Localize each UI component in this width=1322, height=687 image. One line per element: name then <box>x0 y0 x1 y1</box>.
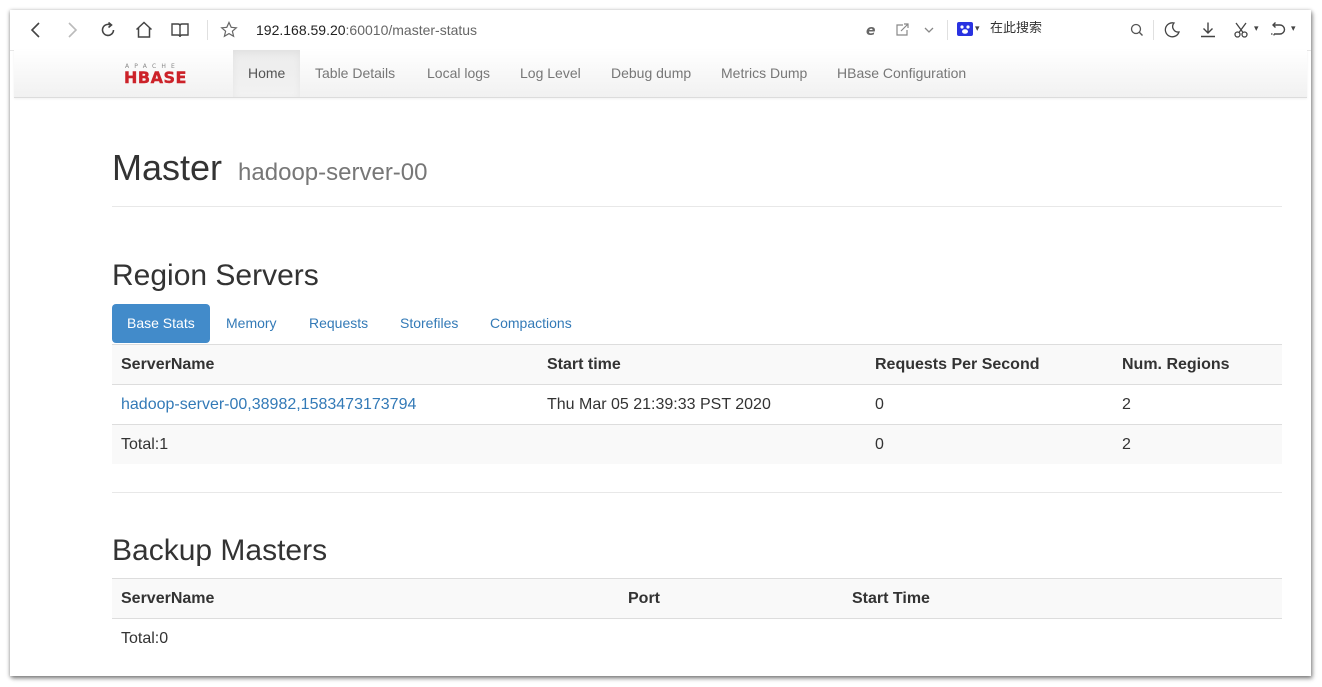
scissors-dropdown-icon[interactable]: ▾ <box>1254 23 1259 34</box>
url-path: :60010/master-status <box>345 22 478 38</box>
start-time-cell: Thu Mar 05 21:39:33 PST 2020 <box>538 384 866 425</box>
search-icon[interactable] <box>1127 20 1147 40</box>
tab-memory[interactable]: Memory <box>211 304 292 343</box>
undo-dropdown-icon[interactable]: ▾ <box>1291 23 1296 34</box>
divider <box>112 206 1282 207</box>
home-icon[interactable] <box>134 20 154 40</box>
hbase-logo[interactable]: APACHE HBASE <box>124 62 208 87</box>
backup-masters-table: ServerName Port Start Time Total:0 <box>112 578 1282 658</box>
column-header[interactable]: Port <box>619 578 843 619</box>
toolbar-divider <box>1153 20 1154 40</box>
total-row: Total:1 0 2 <box>112 424 1282 464</box>
table-header-row: ServerName Port Start Time <box>112 578 1282 619</box>
nav-hbase-configuration[interactable]: HBase Configuration <box>822 50 981 97</box>
engine-dropdown-icon[interactable]: ▾ <box>975 23 980 34</box>
tab-storefiles[interactable]: Storefiles <box>385 304 473 343</box>
nav-local-logs[interactable]: Local logs <box>412 50 505 97</box>
empty-cell <box>843 619 1282 659</box>
reload-icon[interactable] <box>98 20 118 40</box>
nav-metrics-dump[interactable]: Metrics Dump <box>706 50 822 97</box>
column-header[interactable]: Num. Regions <box>1113 344 1282 385</box>
nav-debug-dump[interactable]: Debug dump <box>596 50 706 97</box>
logo-hbase-text: HBASE <box>124 68 187 86</box>
back-icon[interactable] <box>26 20 46 40</box>
url-host: 192.168.59.20 <box>256 22 346 38</box>
page-title-text: Master <box>112 147 223 188</box>
nav-home[interactable]: Home <box>233 50 301 97</box>
total-empty-cell <box>538 424 866 464</box>
chevron-down-icon[interactable] <box>919 20 939 40</box>
night-mode-icon[interactable] <box>1162 20 1182 40</box>
total-requests: 0 <box>866 424 1113 464</box>
nav-log-level[interactable]: Log Level <box>505 50 596 97</box>
forward-icon[interactable] <box>62 20 82 40</box>
ie-compat-icon[interactable]: e <box>862 20 882 40</box>
region-servers-table: ServerName Start time Requests Per Secon… <box>112 344 1282 464</box>
empty-cell <box>619 619 843 659</box>
table-header-row: ServerName Start time Requests Per Secon… <box>112 344 1282 385</box>
browser-window: 192.168.59.20:60010/master-status e ▾ 在此… <box>10 10 1311 676</box>
download-icon[interactable] <box>1198 20 1218 40</box>
page-title: Master hadoop-server-00 <box>112 147 428 189</box>
toolbar-divider <box>947 20 948 40</box>
requests-cell: 0 <box>866 384 1113 425</box>
nav-table-details[interactable]: Table Details <box>300 50 410 97</box>
tab-base-stats[interactable]: Base Stats <box>112 304 210 343</box>
column-header[interactable]: Start Time <box>843 578 1282 619</box>
search-input[interactable] <box>990 21 1130 36</box>
column-header[interactable]: ServerName <box>112 578 619 619</box>
tab-requests[interactable]: Requests <box>294 304 383 343</box>
column-header[interactable]: Start time <box>538 344 866 385</box>
column-header[interactable]: ServerName <box>112 344 538 385</box>
bookmark-star-icon[interactable] <box>219 20 239 40</box>
column-header[interactable]: Requests Per Second <box>866 344 1113 385</box>
undo-close-tab-icon[interactable] <box>1268 20 1288 40</box>
svg-text:e: e <box>866 23 876 39</box>
total-row: Total:0 <box>112 618 1282 659</box>
tab-compactions[interactable]: Compactions <box>475 304 587 343</box>
divider <box>112 492 1282 493</box>
share-icon[interactable] <box>892 20 912 40</box>
server-name-link[interactable]: hadoop-server-00,38982,1583473173794 <box>121 396 416 413</box>
search-box[interactable]: ▾ <box>956 19 1146 41</box>
page-subtitle: hadoop-server-00 <box>238 159 428 186</box>
backup-masters-heading: Backup Masters <box>112 534 328 567</box>
toolbar-divider <box>207 20 208 40</box>
server-name-cell: hadoop-server-00,38982,1583473173794 <box>112 384 538 425</box>
hbase-navbar: APACHE HBASE Home Table Details Local lo… <box>14 50 1307 98</box>
region-servers-heading: Region Servers <box>112 259 319 292</box>
search-engine-icon[interactable] <box>956 20 974 38</box>
reader-icon[interactable] <box>170 20 190 40</box>
total-label: Total:1 <box>112 424 538 464</box>
screenshot-scissors-icon[interactable] <box>1232 20 1252 40</box>
total-regions: 2 <box>1113 424 1282 464</box>
address-bar[interactable]: 192.168.59.20:60010/master-status <box>256 22 477 38</box>
table-row: hadoop-server-00,38982,1583473173794 Thu… <box>112 384 1282 425</box>
regions-cell: 2 <box>1113 384 1282 425</box>
total-label: Total:0 <box>112 618 619 658</box>
browser-toolbar: 192.168.59.20:60010/master-status e ▾ 在此… <box>10 10 1311 51</box>
